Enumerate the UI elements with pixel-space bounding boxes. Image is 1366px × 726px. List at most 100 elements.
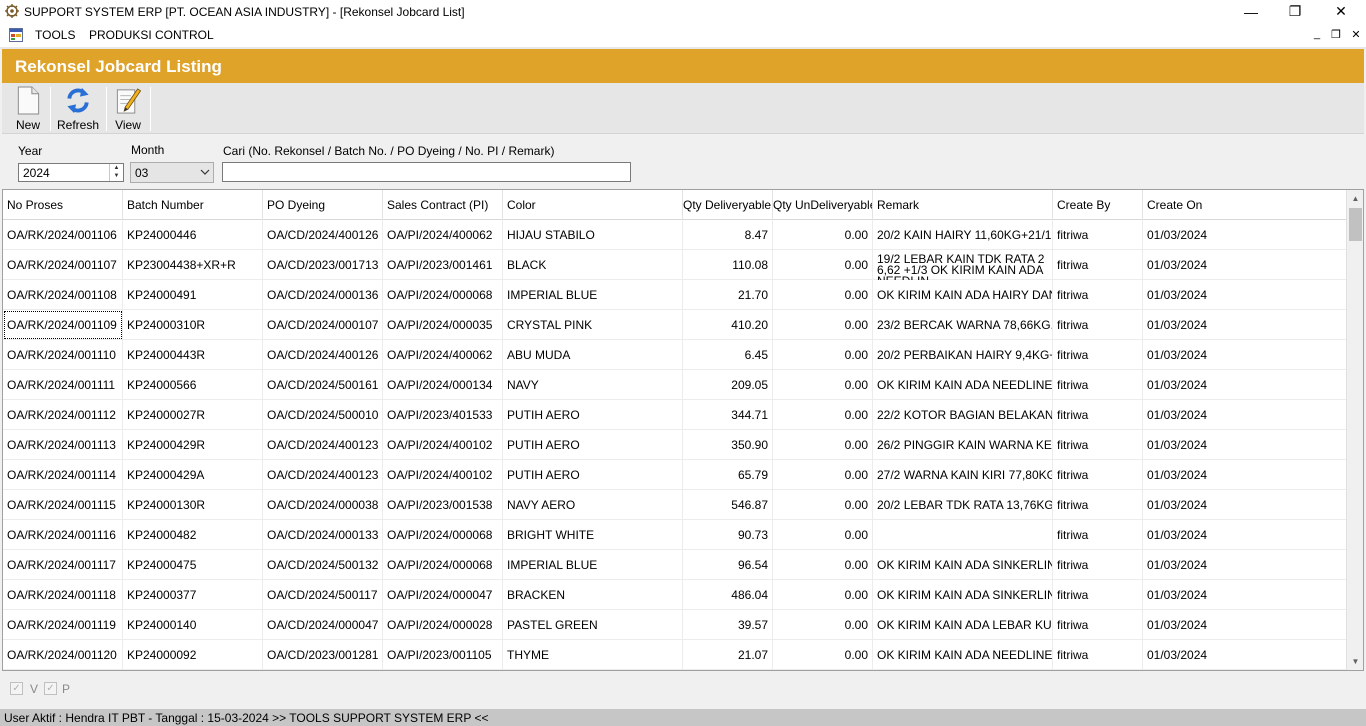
column-header-qty-deliveryable[interactable]: Qty Deliveryable xyxy=(683,190,773,220)
cell-po-dyeing[interactable]: OA/CD/2023/001713 xyxy=(263,250,383,280)
cell-qty-undeliveryable[interactable]: 0.00 xyxy=(773,220,873,250)
cell-remark[interactable]: 20/2 LEBAR TDK RATA 13,76KG,R xyxy=(873,490,1053,520)
cell-qty-undeliveryable[interactable]: 0.00 xyxy=(773,340,873,370)
cell-no-proses[interactable]: OA/RK/2024/001120 xyxy=(3,640,123,670)
cell-qty-deliveryable[interactable]: 90.73 xyxy=(683,520,773,550)
cell-remark[interactable]: 27/2 WARNA KAIN KIRI 77,80KG P xyxy=(873,460,1053,490)
table-row[interactable]: OA/RK/2024/001119 KP24000140 OA/CD/2024/00… xyxy=(3,610,1347,640)
cell-sales-contract[interactable]: OA/PI/2024/400102 xyxy=(383,460,503,490)
cell-po-dyeing[interactable]: OA/CD/2024/000133 xyxy=(263,520,383,550)
cell-create-on[interactable]: 01/03/2024 xyxy=(1143,460,1347,490)
cell-batch-number[interactable]: KP23004438+XR+R xyxy=(123,250,263,280)
cell-qty-deliveryable[interactable]: 21.07 xyxy=(683,640,773,670)
cell-color[interactable]: PUTIH AERO xyxy=(503,430,683,460)
cell-po-dyeing[interactable]: OA/CD/2024/400123 xyxy=(263,460,383,490)
window-close-button[interactable]: ✕ xyxy=(1318,0,1364,23)
cell-color[interactable]: IMPERIAL BLUE xyxy=(503,280,683,310)
cell-po-dyeing[interactable]: OA/CD/2023/001281 xyxy=(263,640,383,670)
cell-create-on[interactable]: 01/03/2024 xyxy=(1143,280,1347,310)
cell-batch-number[interactable]: KP24000377 xyxy=(123,580,263,610)
cell-qty-undeliveryable[interactable]: 0.00 xyxy=(773,280,873,310)
mdi-restore-button[interactable]: ❐ xyxy=(1329,27,1343,41)
cell-batch-number[interactable]: KP24000027R xyxy=(123,400,263,430)
cell-qty-deliveryable[interactable]: 110.08 xyxy=(683,250,773,280)
menu-tools[interactable]: TOOLS xyxy=(35,28,75,42)
cell-create-by[interactable]: fitriwa xyxy=(1053,370,1143,400)
cell-remark[interactable]: 26/2 PINGGIR KAIN WARNA KEKU xyxy=(873,430,1053,460)
cell-remark[interactable]: 20/2 PERBAIKAN HAIRY 9,4KG+21 xyxy=(873,340,1053,370)
table-row[interactable]: OA/RK/2024/001106 KP24000446 OA/CD/2024/40… xyxy=(3,220,1347,250)
cell-create-by[interactable]: fitriwa xyxy=(1053,220,1143,250)
table-row[interactable]: OA/RK/2024/001117 KP24000475 OA/CD/2024/50… xyxy=(3,550,1347,580)
cell-remark[interactable]: 22/2 KOTOR BAGIAN BELAKANG 2 xyxy=(873,400,1053,430)
scroll-up-icon[interactable]: ▲ xyxy=(1347,190,1363,207)
cell-color[interactable]: PASTEL GREEN xyxy=(503,610,683,640)
cell-no-proses[interactable]: OA/RK/2024/001113 xyxy=(3,430,123,460)
cell-create-on[interactable]: 01/03/2024 xyxy=(1143,580,1347,610)
cell-qty-deliveryable[interactable]: 410.20 xyxy=(683,310,773,340)
cell-sales-contract[interactable]: OA/PI/2024/000028 xyxy=(383,610,503,640)
cell-create-by[interactable]: fitriwa xyxy=(1053,490,1143,520)
cell-create-on[interactable]: 01/03/2024 xyxy=(1143,610,1347,640)
cell-color[interactable]: BRIGHT WHITE xyxy=(503,520,683,550)
cell-remark[interactable]: OK KIRIM KAIN ADA SINKERLINE xyxy=(873,550,1053,580)
window-minimize-button[interactable]: — xyxy=(1228,0,1274,23)
cell-sales-contract[interactable]: OA/PI/2024/000134 xyxy=(383,370,503,400)
cell-sales-contract[interactable]: OA/PI/2024/400102 xyxy=(383,430,503,460)
cell-qty-undeliveryable[interactable]: 0.00 xyxy=(773,370,873,400)
cell-qty-undeliveryable[interactable]: 0.00 xyxy=(773,490,873,520)
cell-sales-contract[interactable]: OA/PI/2024/000068 xyxy=(383,280,503,310)
cell-batch-number[interactable]: KP24000429R xyxy=(123,430,263,460)
cell-sales-contract[interactable]: OA/PI/2024/400062 xyxy=(383,340,503,370)
cell-no-proses[interactable]: OA/RK/2024/001108 xyxy=(3,280,123,310)
cell-create-by[interactable]: fitriwa xyxy=(1053,340,1143,370)
mdi-minimize-button[interactable]: _ xyxy=(1310,27,1324,41)
cell-po-dyeing[interactable]: OA/CD/2024/400123 xyxy=(263,430,383,460)
cell-no-proses[interactable]: OA/RK/2024/001115 xyxy=(3,490,123,520)
mdi-close-button[interactable]: ✕ xyxy=(1349,27,1363,41)
cell-color[interactable]: HIJAU STABILO xyxy=(503,220,683,250)
table-row[interactable]: OA/RK/2024/001110 KP24000443R OA/CD/2024/4… xyxy=(3,340,1347,370)
cell-create-by[interactable]: fitriwa xyxy=(1053,550,1143,580)
cell-create-on[interactable]: 01/03/2024 xyxy=(1143,490,1347,520)
cell-create-on[interactable]: 01/03/2024 xyxy=(1143,640,1347,670)
cell-po-dyeing[interactable]: OA/CD/2024/500132 xyxy=(263,550,383,580)
cell-qty-undeliveryable[interactable]: 0.00 xyxy=(773,580,873,610)
cell-po-dyeing[interactable]: OA/CD/2024/000136 xyxy=(263,280,383,310)
cell-remark[interactable]: OK KIRIM KAIN ADA SINKERLINE I xyxy=(873,580,1053,610)
cell-no-proses[interactable]: OA/RK/2024/001106 xyxy=(3,220,123,250)
cell-qty-deliveryable[interactable]: 21.70 xyxy=(683,280,773,310)
cell-color[interactable]: THYME xyxy=(503,640,683,670)
cell-po-dyeing[interactable]: OA/CD/2024/400126 xyxy=(263,340,383,370)
cell-create-by[interactable]: fitriwa xyxy=(1053,280,1143,310)
table-row[interactable]: OA/RK/2024/001111 KP24000566 OA/CD/2024/50… xyxy=(3,370,1347,400)
spin-down-icon[interactable]: ▼ xyxy=(110,172,123,180)
table-row[interactable]: OA/RK/2024/001115 KP24000130R OA/CD/2024/0… xyxy=(3,490,1347,520)
cell-po-dyeing[interactable]: OA/CD/2024/500117 xyxy=(263,580,383,610)
cell-qty-undeliveryable[interactable]: 0.00 xyxy=(773,460,873,490)
column-header-create-by[interactable]: Create By xyxy=(1053,190,1143,220)
cell-batch-number[interactable]: KP24000092 xyxy=(123,640,263,670)
checkbox-p[interactable]: ✓ xyxy=(44,682,57,695)
cell-qty-undeliveryable[interactable]: 0.00 xyxy=(773,640,873,670)
cell-sales-contract[interactable]: OA/PI/2024/400062 xyxy=(383,220,503,250)
view-button[interactable]: View xyxy=(110,85,146,132)
cell-no-proses[interactable]: OA/RK/2024/001109 xyxy=(3,310,123,340)
cell-po-dyeing[interactable]: OA/CD/2024/400126 xyxy=(263,220,383,250)
cell-qty-deliveryable[interactable]: 96.54 xyxy=(683,550,773,580)
window-maximize-button[interactable]: ❐ xyxy=(1272,0,1318,23)
cell-no-proses[interactable]: OA/RK/2024/001107 xyxy=(3,250,123,280)
column-header-no-proses[interactable]: No Proses xyxy=(3,190,123,220)
menu-produksi-control[interactable]: PRODUKSI CONTROL xyxy=(89,28,214,42)
cell-create-on[interactable]: 01/03/2024 xyxy=(1143,370,1347,400)
cell-no-proses[interactable]: OA/RK/2024/001117 xyxy=(3,550,123,580)
cell-qty-undeliveryable[interactable]: 0.00 xyxy=(773,520,873,550)
cell-color[interactable]: ABU MUDA xyxy=(503,340,683,370)
cell-create-by[interactable]: fitriwa xyxy=(1053,580,1143,610)
cell-color[interactable]: PUTIH AERO xyxy=(503,400,683,430)
cell-qty-deliveryable[interactable]: 39.57 xyxy=(683,610,773,640)
cell-create-by[interactable]: fitriwa xyxy=(1053,460,1143,490)
cell-create-by[interactable]: fitriwa xyxy=(1053,610,1143,640)
column-header-sales-contract[interactable]: Sales Contract (PI) xyxy=(383,190,503,220)
cell-create-on[interactable]: 01/03/2024 xyxy=(1143,340,1347,370)
